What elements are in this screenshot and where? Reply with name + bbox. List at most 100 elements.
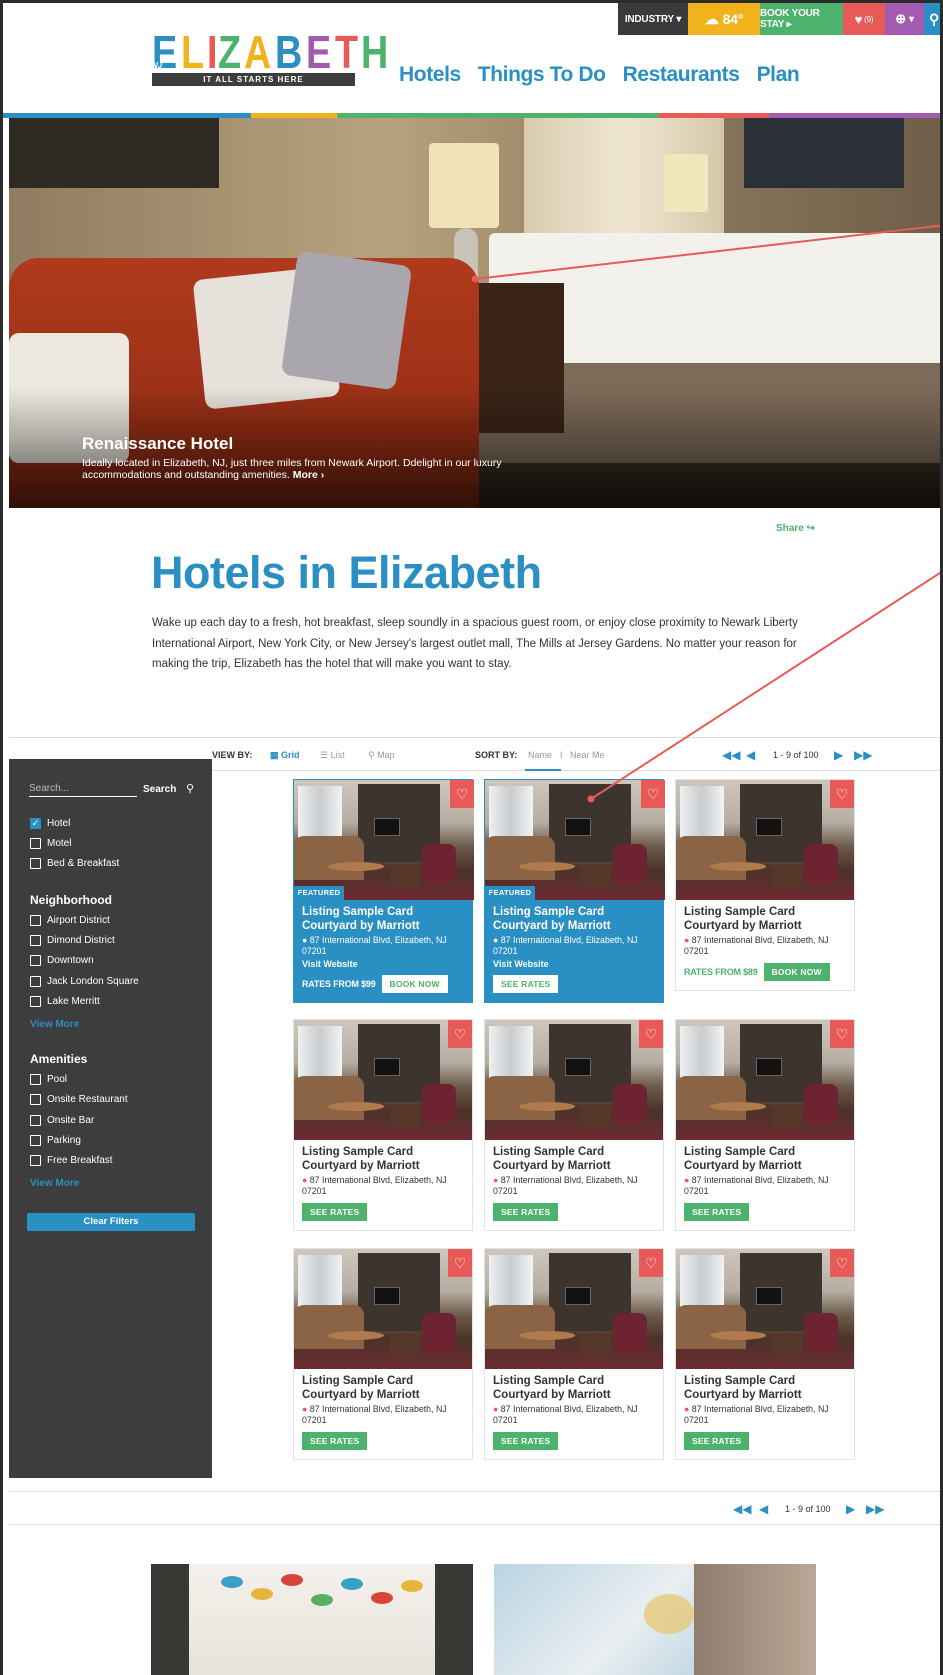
- checkbox[interactable]: [30, 1155, 41, 1166]
- language-menu-button[interactable]: ⊕ ▾: [885, 3, 924, 35]
- listing-title[interactable]: Listing Sample Card Courtyard by Marriot…: [493, 1145, 655, 1173]
- heart-icon[interactable]: ♡: [641, 780, 665, 808]
- filter-neighborhood-lake-merritt[interactable]: Lake Merritt: [30, 996, 100, 1007]
- heart-icon[interactable]: ♡: [830, 1249, 854, 1277]
- heart-icon[interactable]: ♡: [639, 1020, 663, 1048]
- view-grid-button[interactable]: ▦ Grid: [270, 750, 300, 761]
- first-page-icon[interactable]: ◀◀: [722, 748, 740, 762]
- prev-page-icon[interactable]: ◀: [759, 1502, 768, 1516]
- checkbox[interactable]: [30, 955, 41, 966]
- filter-type-motel[interactable]: Motel: [30, 838, 71, 849]
- lobby-photo[interactable]: [151, 1564, 473, 1675]
- listing-card[interactable]: ♡ Listing Sample Card Courtyard by Marrio…: [675, 1019, 855, 1231]
- visit-website-link[interactable]: Visit Website: [302, 959, 464, 969]
- clear-filters-button[interactable]: Clear Filters: [27, 1213, 195, 1231]
- filter-amenity-onsite-restaurant[interactable]: Onsite Restaurant: [30, 1094, 128, 1105]
- listing-photo[interactable]: ♡ FEATURED: [485, 780, 665, 900]
- favorites-button[interactable]: ♥ (9): [843, 3, 885, 35]
- heart-icon[interactable]: ♡: [830, 1020, 854, 1048]
- room-photo[interactable]: [494, 1564, 816, 1675]
- listing-card[interactable]: ♡ Listing Sample Card Courtyard by Marrio…: [484, 1019, 664, 1231]
- share-link[interactable]: Share ↪: [776, 523, 815, 534]
- book-now-button[interactable]: BOOK NOW: [763, 963, 830, 981]
- listing-title[interactable]: Listing Sample Card Courtyard by Marriot…: [684, 1145, 846, 1173]
- listing-card[interactable]: ♡ Listing Sample Card Courtyard by Marrio…: [484, 1248, 664, 1460]
- listing-photo[interactable]: ♡: [294, 1249, 472, 1369]
- heart-icon[interactable]: ♡: [830, 780, 854, 808]
- last-page-icon[interactable]: ▶▶: [854, 748, 872, 762]
- listing-card[interactable]: ♡ FEATURED Listing Sample Card Courtyard b…: [484, 779, 665, 1003]
- filter-neighborhood-airport-district[interactable]: Airport District: [30, 915, 110, 926]
- checkbox[interactable]: [30, 935, 41, 946]
- listing-title[interactable]: Listing Sample Card Courtyard by Marriot…: [302, 905, 464, 933]
- listing-photo[interactable]: ♡: [676, 780, 854, 900]
- view-list-button[interactable]: ☰ List: [320, 750, 345, 761]
- see-rates-button[interactable]: SEE RATES: [302, 1432, 368, 1450]
- nav-plan[interactable]: Plan: [757, 63, 800, 87]
- weather-widget[interactable]: ☁︎ 84°: [688, 3, 760, 35]
- listing-card[interactable]: ♡ Listing Sample Card Courtyard by Marrio…: [675, 779, 855, 991]
- heart-icon[interactable]: ♡: [448, 1249, 472, 1277]
- filter-type-hotel[interactable]: ✓ Hotel: [30, 818, 70, 829]
- checkbox[interactable]: [30, 838, 41, 849]
- listing-photo[interactable]: ♡: [676, 1020, 854, 1140]
- view-map-button[interactable]: ⚲ Map: [368, 750, 395, 761]
- listing-card[interactable]: ♡ Listing Sample Card Courtyard by Marrio…: [293, 1019, 473, 1231]
- listing-photo[interactable]: ♡: [676, 1249, 854, 1369]
- filter-neighborhood-dimond-district[interactable]: Dimond District: [30, 935, 115, 946]
- checkbox[interactable]: [30, 1094, 41, 1105]
- listing-card[interactable]: ♡ FEATURED Listing Sample Card Courtyard b…: [293, 779, 474, 1003]
- listing-photo[interactable]: ♡: [294, 1020, 472, 1140]
- book-your-stay-button[interactable]: BOOK YOUR STAY ▸: [760, 3, 843, 35]
- next-page-icon[interactable]: ▶: [834, 748, 843, 762]
- listing-title[interactable]: Listing Sample Card Courtyard by Marriot…: [302, 1145, 464, 1173]
- see-rates-button[interactable]: SEE RATES: [493, 1203, 559, 1221]
- last-page-icon[interactable]: ▶▶: [866, 1502, 884, 1516]
- listing-photo[interactable]: ♡: [485, 1249, 663, 1369]
- filter-amenity-free-breakfast[interactable]: Free Breakfast: [30, 1155, 113, 1166]
- hero-more-link[interactable]: More ›: [293, 469, 325, 481]
- checkbox[interactable]: [30, 1135, 41, 1146]
- filter-amenity-onsite-bar[interactable]: Onsite Bar: [30, 1115, 94, 1126]
- see-rates-button[interactable]: SEE RATES: [493, 975, 559, 993]
- listing-title[interactable]: Listing Sample Card Courtyard by Marriot…: [493, 1374, 655, 1402]
- sort-near-me-button[interactable]: Near Me: [570, 750, 605, 760]
- first-page-icon[interactable]: ◀◀: [733, 1502, 751, 1516]
- listing-title[interactable]: Listing Sample Card Courtyard by Marriot…: [302, 1374, 464, 1402]
- nav-restaurants[interactable]: Restaurants: [623, 63, 740, 87]
- nav-things-to-do[interactable]: Things To Do: [478, 63, 606, 87]
- listing-photo[interactable]: ♡ FEATURED: [294, 780, 474, 900]
- listing-title[interactable]: Listing Sample Card Courtyard by Marriot…: [684, 905, 846, 933]
- next-page-icon[interactable]: ▶: [846, 1502, 855, 1516]
- search-icon[interactable]: ⚲: [186, 782, 194, 795]
- checkbox[interactable]: [30, 915, 41, 926]
- search-button[interactable]: ⚲: [924, 3, 940, 35]
- listing-title[interactable]: Listing Sample Card Courtyard by Marriot…: [493, 905, 655, 933]
- see-rates-button[interactable]: SEE RATES: [302, 1203, 368, 1221]
- sort-name-button[interactable]: Name: [528, 750, 552, 760]
- listing-photo[interactable]: ♡: [485, 1020, 663, 1140]
- listing-title[interactable]: Listing Sample Card Courtyard by Marriot…: [684, 1374, 846, 1402]
- industry-menu-button[interactable]: INDUSTRY ▾: [618, 3, 688, 35]
- checkbox[interactable]: [30, 976, 41, 987]
- checkbox-checked[interactable]: ✓: [30, 818, 41, 829]
- heart-icon[interactable]: ♡: [450, 780, 474, 808]
- filter-search-input[interactable]: Search...: [29, 783, 137, 797]
- visit-website-link[interactable]: Visit Website: [493, 959, 655, 969]
- amenities-view-more-link[interactable]: View More: [30, 1178, 79, 1189]
- see-rates-button[interactable]: SEE RATES: [684, 1432, 750, 1450]
- checkbox[interactable]: [30, 858, 41, 869]
- filter-search-button[interactable]: Search: [143, 784, 176, 795]
- checkbox[interactable]: [30, 1115, 41, 1126]
- filter-neighborhood-downtown[interactable]: Downtown: [30, 955, 94, 966]
- nav-hotels[interactable]: Hotels: [399, 63, 461, 87]
- see-rates-button[interactable]: SEE RATES: [493, 1432, 559, 1450]
- filter-type-bed-breakfast[interactable]: Bed & Breakfast: [30, 858, 119, 869]
- checkbox[interactable]: [30, 1074, 41, 1085]
- book-now-button[interactable]: BOOK NOW: [381, 975, 448, 993]
- see-rates-button[interactable]: SEE RATES: [684, 1203, 750, 1221]
- site-logo[interactable]: ELIZABETH NJ IT ALL STARTS HERE: [152, 29, 388, 87]
- listing-card[interactable]: ♡ Listing Sample Card Courtyard by Marrio…: [293, 1248, 473, 1460]
- filter-amenity-parking[interactable]: Parking: [30, 1135, 81, 1146]
- heart-icon[interactable]: ♡: [448, 1020, 472, 1048]
